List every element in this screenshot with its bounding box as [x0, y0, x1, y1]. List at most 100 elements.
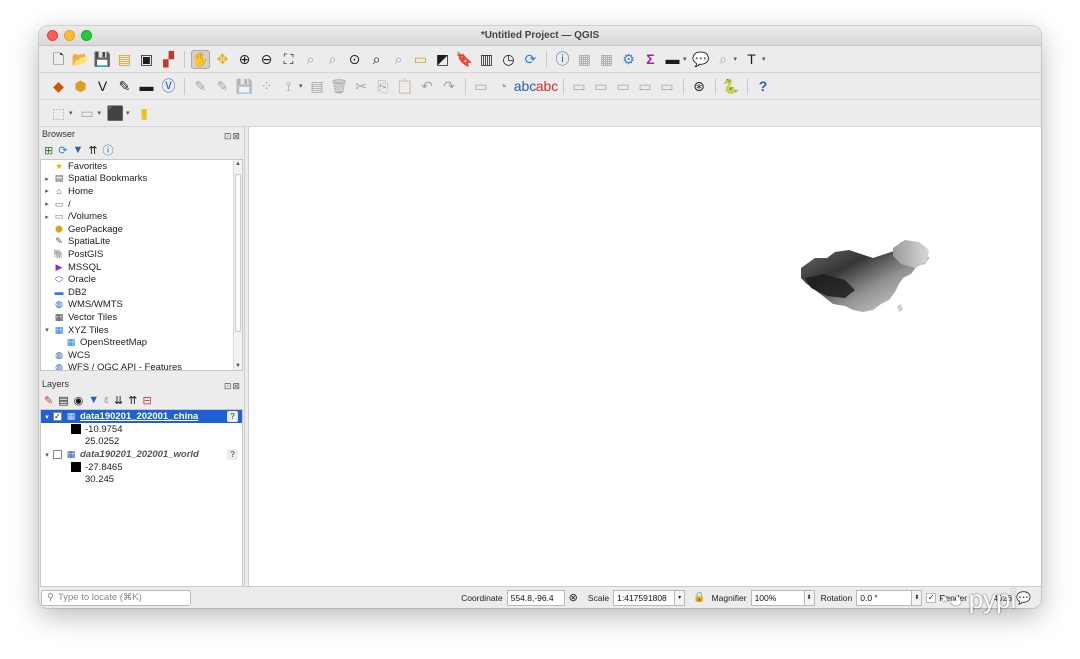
open-project-icon[interactable]: 📂: [71, 50, 90, 69]
vertex-dropdown-icon[interactable]: ▾: [299, 82, 303, 90]
render-checkbox[interactable]: ✓: [926, 592, 937, 603]
pan-to-selection-icon[interactable]: ✥: [213, 50, 232, 69]
browser-item[interactable]: ★ Favorites: [41, 160, 242, 173]
scale-field[interactable]: 1:417591808: [613, 589, 676, 606]
select-features-dropdown-icon[interactable]: ▾: [69, 109, 73, 117]
browser-item[interactable]: ▾ ▦ XYZ Tiles: [41, 324, 242, 337]
select-by-expression-icon[interactable]: ▮: [135, 104, 154, 123]
toolbox-icon[interactable]: ⚙: [619, 50, 638, 69]
browser-item[interactable]: ▸ ▭ /Volumes: [41, 210, 242, 223]
save-edits-icon[interactable]: 💾: [235, 77, 254, 96]
magnifier-spin-icon[interactable]: ⬍: [804, 589, 815, 606]
temporal-controller-icon[interactable]: ◷: [499, 50, 518, 69]
add-group-icon[interactable]: ▤: [58, 394, 68, 407]
browser-item[interactable]: ▸ ▭ /: [41, 198, 242, 211]
toggle-extents-icon[interactable]: ⊗: [569, 591, 578, 604]
statistical-summary-icon[interactable]: Σ: [641, 50, 660, 69]
metasearch-icon[interactable]: ⊛: [690, 77, 709, 96]
measure-line-icon[interactable]: ▬: [663, 50, 682, 69]
browser-item[interactable]: ▸ ⌂ Home: [41, 185, 242, 198]
help-icon[interactable]: ?: [754, 77, 773, 96]
lock-scale-icon[interactable]: 🔒: [693, 592, 705, 603]
coordinate-field[interactable]: 554.8,-96.4: [506, 589, 565, 606]
browser-item[interactable]: 🐘 PostGIS: [41, 248, 242, 261]
properties-icon[interactable]: ⓘ: [103, 142, 114, 158]
layer-styling-icon[interactable]: ✎: [44, 394, 53, 407]
browser-item[interactable]: ◍ WMS/WMTS: [41, 299, 242, 312]
toggle-editing-icon[interactable]: ✎: [191, 77, 210, 96]
layer-diagram-icon[interactable]: ◔: [494, 77, 513, 96]
add-virtual-layer-icon[interactable]: Ⓥ: [159, 77, 178, 96]
label-tool-icon[interactable]: ▭: [472, 77, 491, 96]
label-pinned-icon[interactable]: ▭: [658, 77, 677, 96]
locator-search-input[interactable]: ⚲ Type to locate (⌘K): [41, 589, 191, 606]
new-print-layout-icon[interactable]: ▤: [115, 50, 134, 69]
label-move-icon[interactable]: ▭: [570, 77, 589, 96]
map-canvas[interactable]: [248, 127, 1041, 586]
select-by-value-icon[interactable]: ▭: [78, 104, 97, 123]
refresh-icon[interactable]: ⟳: [521, 50, 540, 69]
select-dropdown-icon[interactable]: ▾: [734, 55, 738, 63]
add-feature-icon[interactable]: ⁘: [257, 77, 276, 96]
scroll-thumb[interactable]: [235, 174, 241, 332]
vertex-tool-icon[interactable]: ⟟: [279, 77, 298, 96]
zoom-out-icon[interactable]: ⊖: [257, 50, 276, 69]
python-console-icon[interactable]: 🐍: [722, 77, 741, 96]
layer-item[interactable]: ▾ ▦ data190201_202001_world?: [41, 448, 242, 461]
open-attribute-table-icon[interactable]: ▦: [575, 50, 594, 69]
scale-dropdown-icon[interactable]: ▾: [675, 589, 686, 606]
browser-item[interactable]: ◍ WCS: [41, 349, 242, 362]
save-project-icon[interactable]: 💾: [93, 50, 112, 69]
expand-arrow-icon[interactable]: ▸: [41, 213, 53, 221]
new-project-icon[interactable]: 🗋: [49, 50, 68, 69]
label-show-icon[interactable]: ▭: [636, 77, 655, 96]
browser-item[interactable]: ⬢ GeoPackage: [41, 223, 242, 236]
layer-info-icon[interactable]: ?: [227, 411, 238, 422]
browser-panel-controls-icon[interactable]: ⊡⊠: [224, 129, 241, 143]
new-temporary-layer-icon[interactable]: ▬: [137, 77, 156, 96]
style-manager-icon[interactable]: ▞: [159, 50, 178, 69]
layers-tree[interactable]: ▾ ✓ ▦ data190201_202001_china? -10.9754 25.02…: [40, 409, 243, 608]
redo-icon[interactable]: ↷: [440, 77, 459, 96]
browser-item[interactable]: ▦ Vector Tiles: [41, 311, 242, 324]
layer-visibility-checkbox[interactable]: ✓: [53, 412, 62, 421]
label-pin-icon[interactable]: abc: [514, 77, 537, 96]
collapse-all-layers-icon[interactable]: ⇈: [128, 394, 137, 407]
zoom-next-icon[interactable]: ⌕: [389, 50, 408, 69]
zoom-in-icon[interactable]: ⊕: [235, 50, 254, 69]
rotation-field[interactable]: 0.0 °: [856, 589, 913, 606]
deselect-features-icon[interactable]: ⬛: [106, 104, 125, 123]
browser-item[interactable]: ▶ MSSQL: [41, 261, 242, 274]
refresh-browser-icon[interactable]: ⟳: [58, 144, 67, 157]
undo-icon[interactable]: ↶: [418, 77, 437, 96]
annotation-dropdown-icon[interactable]: ▾: [762, 55, 766, 63]
collapse-all-icon[interactable]: ⇈: [88, 144, 97, 157]
zoom-to-selection-icon[interactable]: ⌕: [301, 50, 320, 69]
cut-features-icon[interactable]: ✂: [352, 77, 371, 96]
expand-arrow-icon[interactable]: ▸: [41, 175, 53, 183]
expand-all-icon[interactable]: ⇊: [114, 394, 123, 407]
rotation-spin-icon[interactable]: ⬍: [912, 589, 923, 606]
copy-features-icon[interactable]: ⎘: [374, 77, 393, 96]
pan-map-icon[interactable]: ✋: [191, 49, 210, 69]
zoom-native-icon[interactable]: ⊙: [345, 50, 364, 69]
layer-visibility-checkbox[interactable]: [53, 450, 62, 459]
browser-item[interactable]: ▬ DB2: [41, 286, 242, 299]
collapse-arrow-icon[interactable]: ▾: [41, 413, 53, 421]
messages-icon[interactable]: 💬: [1016, 591, 1031, 605]
data-source-manager-icon[interactable]: ◆: [49, 77, 68, 96]
add-selected-layers-icon[interactable]: ⊞: [44, 144, 53, 157]
collapse-arrow-icon[interactable]: ▾: [41, 451, 53, 459]
paste-features-icon[interactable]: 📋: [396, 77, 415, 96]
manage-map-themes-icon[interactable]: ◉: [74, 394, 84, 407]
expand-arrow-icon[interactable]: ▸: [41, 187, 53, 195]
browser-scrollbar[interactable]: ▲ ▼: [233, 160, 242, 370]
browser-item[interactable]: ⬭ Oracle: [41, 273, 242, 286]
filter-browser-icon[interactable]: ▼: [72, 144, 83, 156]
browser-tree[interactable]: ★ Favorites ▸ ▤ Spatial Bookmarks ▸ ⌂ Home ▸ ▭ / ▸ ▭…: [40, 159, 243, 371]
browser-item[interactable]: ▦ OpenStreetMap: [41, 336, 242, 349]
layer-info-icon[interactable]: ?: [227, 449, 238, 460]
delete-selected-icon[interactable]: 🗑: [330, 77, 349, 96]
zoom-last-icon[interactable]: ⌕: [367, 50, 386, 69]
browser-item[interactable]: ▸ ▤ Spatial Bookmarks: [41, 173, 242, 186]
